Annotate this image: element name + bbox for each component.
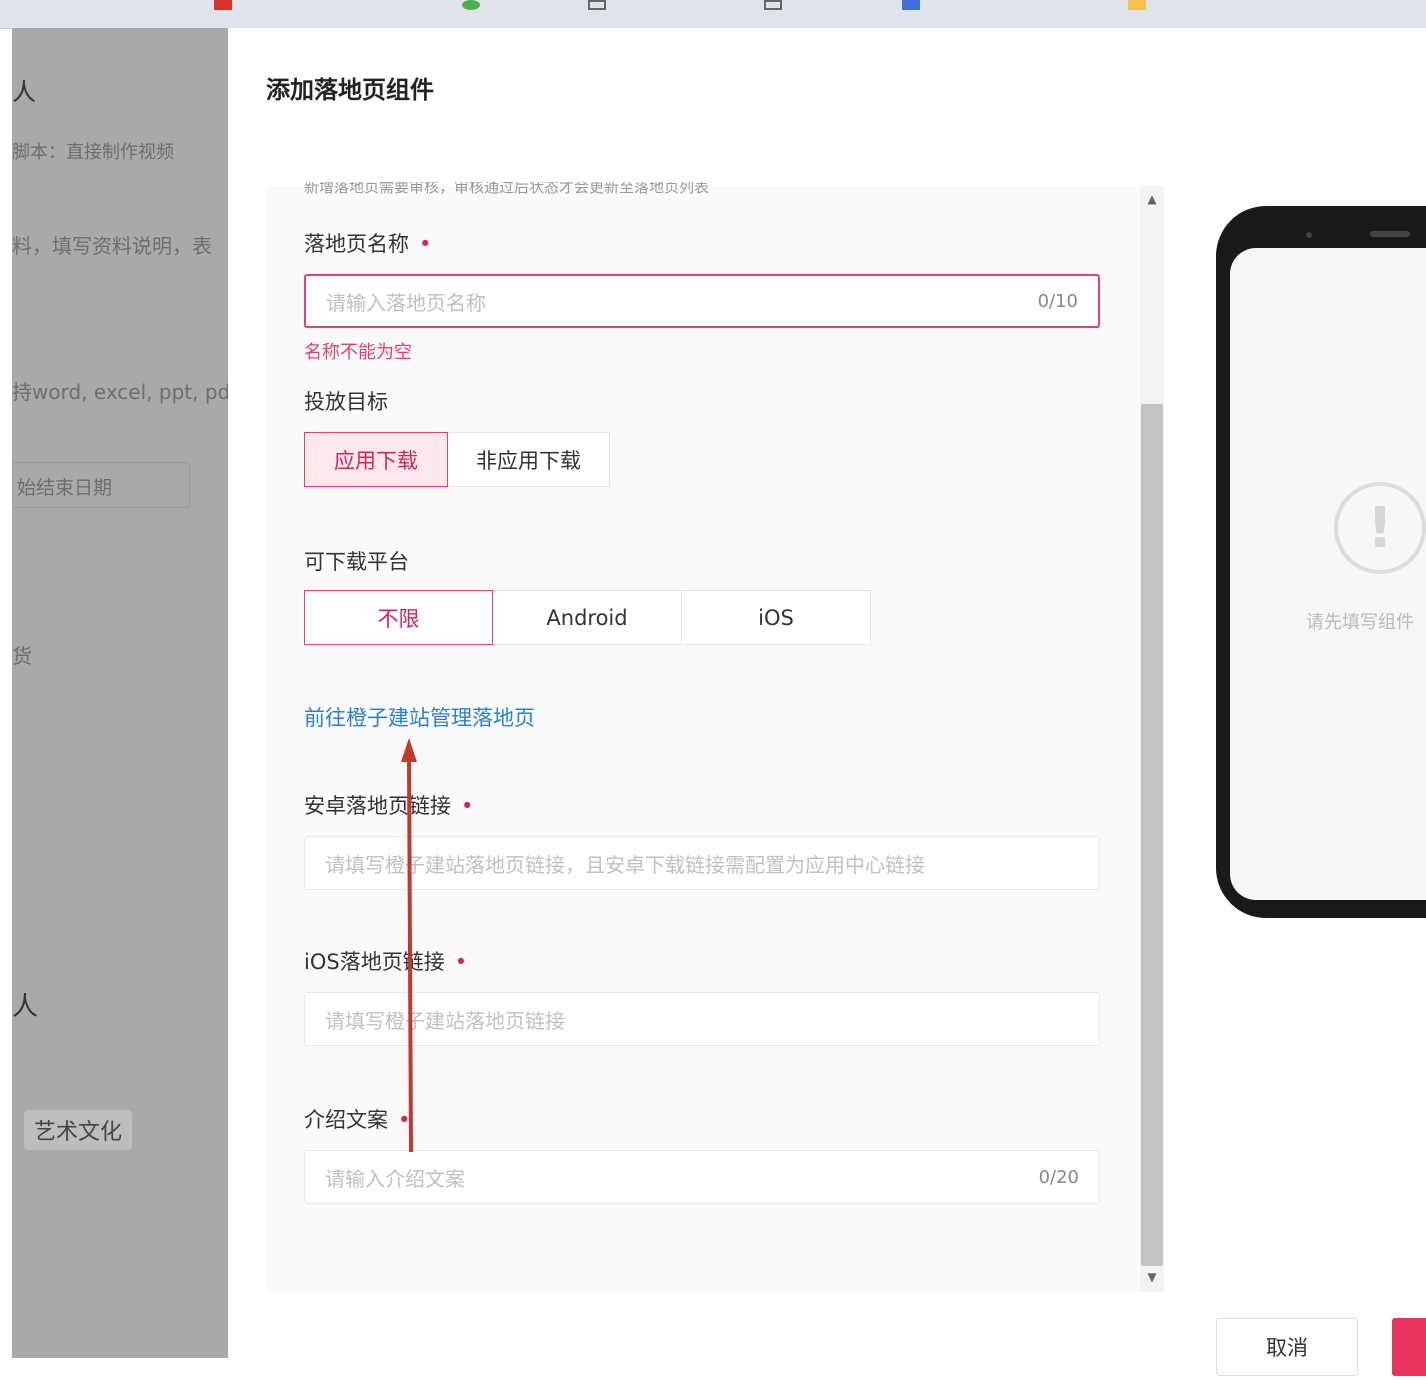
background-page-overlay: 人 脚本：直接制作视频 料，填写资料说明，表 持word, excel, ppt…: [12, 28, 228, 1358]
android-url-input[interactable]: 请填写橙子建站落地页链接，且安卓下载链接需配置为应用中心链接: [304, 836, 1100, 890]
name-error-message: 名称不能为空: [304, 342, 412, 363]
preview-empty-tip: 请先填写组件: [1306, 612, 1414, 633]
platform-option-unlimited[interactable]: 不限: [304, 590, 493, 645]
required-mark: •: [398, 1108, 411, 1132]
browser-bookmarks-bar: [0, 0, 1426, 29]
platform-option-android[interactable]: Android: [493, 590, 682, 645]
scroll-down-arrow-icon[interactable]: ▼: [1140, 1270, 1164, 1284]
android-url-placeholder: 请填写橙子建站落地页链接，且安卓下载链接需配置为应用中心链接: [325, 852, 925, 877]
platform-option-ios[interactable]: iOS: [682, 590, 871, 645]
name-label-text: 落地页名称: [304, 232, 409, 256]
ios-url-input[interactable]: 请填写橙子建站落地页链接: [304, 992, 1100, 1046]
android-url-label-text: 安卓落地页链接: [304, 794, 451, 818]
intro-label-text: 介绍文案: [304, 1108, 388, 1132]
cancel-button[interactable]: 取消: [1216, 1318, 1358, 1376]
name-char-counter: 0/10: [1037, 290, 1078, 312]
folder-icon[interactable]: [1128, 0, 1146, 10]
name-field-label: 落地页名称 •: [304, 228, 431, 258]
bookmark-icon[interactable]: [462, 0, 480, 10]
background-text: 人: [12, 992, 39, 1022]
ios-url-label-text: iOS落地页链接: [304, 950, 445, 974]
phone-camera-icon: [1306, 232, 1312, 238]
target-option-non-app-download[interactable]: 非应用下载: [448, 432, 610, 487]
manage-landing-page-link[interactable]: 前往橙子建站管理落地页: [304, 702, 535, 732]
background-tag: 艺术文化: [24, 1110, 133, 1150]
scrollbar-thumb[interactable]: [1141, 404, 1163, 1266]
target-field-label: 投放目标: [304, 390, 388, 414]
android-url-label: 安卓落地页链接 •: [304, 790, 473, 820]
bookmark-icon[interactable]: [588, 0, 606, 10]
platform-field-label: 可下载平台: [304, 550, 409, 574]
target-segmented-control: 应用下载 非应用下载: [304, 432, 610, 487]
bookmark-icon[interactable]: [902, 0, 920, 10]
ios-url-placeholder: 请填写橙子建站落地页链接: [325, 1008, 565, 1033]
background-text: 人: [12, 78, 36, 106]
background-text: 始结束日期: [17, 477, 113, 499]
background-text: 货: [12, 644, 32, 668]
background-input: 始结束日期: [12, 462, 190, 508]
background-text: 料，填写资料说明，表: [12, 234, 212, 258]
drawer-title: 添加落地页组件: [266, 76, 434, 104]
intro-char-counter: 0/20: [1038, 1166, 1079, 1188]
scroll-up-arrow-icon[interactable]: ▲: [1140, 192, 1164, 206]
bookmark-icon[interactable]: [764, 0, 782, 10]
platform-segmented-control: 不限 Android iOS: [304, 590, 871, 645]
bookmark-icon[interactable]: [214, 0, 232, 10]
intro-placeholder: 请输入介绍文案: [325, 1166, 465, 1191]
confirm-button[interactable]: [1392, 1318, 1426, 1376]
intro-input[interactable]: 请输入介绍文案 0/20: [304, 1150, 1100, 1204]
required-mark: •: [419, 232, 432, 256]
ios-url-label: iOS落地页链接 •: [304, 946, 467, 976]
background-text: 脚本：直接制作视频: [12, 142, 174, 163]
name-input[interactable]: 请输入落地页名称 0/10: [304, 274, 1100, 328]
phone-speaker-icon: [1370, 231, 1410, 237]
phone-preview-screen: [1230, 248, 1426, 900]
intro-label: 介绍文案 •: [304, 1104, 410, 1134]
background-text: 持word, excel, ppt, pdf: [12, 380, 228, 404]
exclamation-icon: !: [1367, 495, 1393, 561]
required-mark: •: [461, 794, 474, 818]
required-mark: •: [454, 950, 468, 974]
target-option-app-download[interactable]: 应用下载: [304, 432, 448, 487]
name-input-placeholder: 请输入落地页名称: [326, 290, 486, 315]
